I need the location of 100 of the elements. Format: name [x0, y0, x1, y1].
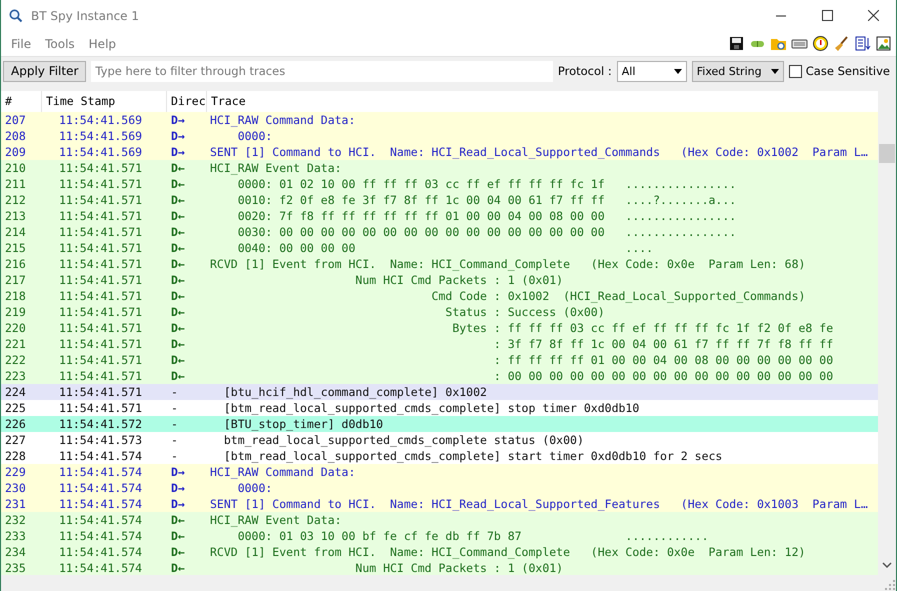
trace-row[interactable]: 235 11:54:41.574 D← Num HCI Cmd Packets : 1 (0x01)	[1, 560, 878, 576]
row-number: 222	[4, 352, 27, 368]
trace-text: 0000: 01 02 10 00 ff ff ff 03 cc ff ef ff ff ff fc 1f ................	[236, 176, 738, 192]
search-icon	[9, 8, 23, 22]
row-number: 219	[4, 304, 27, 320]
trace-row[interactable]: 232 11:54:41.574 D← HCI_RAW Event Data:	[1, 512, 878, 528]
trace-text: RCVD [1] Event from HCI. Name: HCI_Command_Complete (Hex Code: 0x0e Param Len: 68)	[209, 256, 806, 272]
direction: -	[170, 384, 179, 400]
direction: -	[170, 400, 179, 416]
direction: D→	[170, 112, 186, 128]
trace-row[interactable]: 215 11:54:41.571 D← 0040: 00 00 00 00 ....	[1, 240, 878, 256]
broom-icon[interactable]	[833, 35, 850, 52]
trace-row[interactable]: 211 11:54:41.571 D← 0000: 01 02 10 00 ff ff ff 03 cc ff ef ff ff ff fc 1f ................	[1, 176, 878, 192]
trace-row[interactable]: 234 11:54:41.574 D← RCVD [1] Event from HCI. Name: HCI_Command_Complete (Hex Code: 0x0e Param Len: 12)	[1, 544, 878, 560]
trace-row[interactable]: 220 11:54:41.571 D← Bytes : ff ff ff 03 cc ff ef ff ff ff fc 1f f2 0f e8 fe	[1, 320, 878, 336]
trace-text: [btm_read_local_supported_cmds_complete] stop timer 0xd0db10	[222, 400, 640, 416]
alert-clock-icon[interactable]	[812, 35, 829, 52]
trace-row[interactable]: 226 11:54:41.572 - [BTU_stop_timer] d0db10	[1, 416, 878, 432]
protocol-dropdown[interactable]: All	[616, 60, 687, 82]
case-sensitive-checkbox[interactable]	[788, 64, 802, 78]
menu-item[interactable]: Help	[88, 36, 116, 50]
direction: D→	[170, 480, 186, 496]
save-icon[interactable]	[728, 35, 745, 52]
protocol-label: Protocol :	[558, 64, 612, 78]
trace-row[interactable]: 224 11:54:41.571 - [btu_hcif_hdl_command_complete] 0x1002	[1, 384, 878, 400]
direction: D←	[170, 304, 186, 320]
trace-row[interactable]: 216 11:54:41.571 D← RCVD [1] Event from HCI. Name: HCI_Command_Complete (Hex Code: 0x0e Param Len: 68)	[1, 256, 878, 272]
row-number: 224	[4, 384, 27, 400]
direction: D←	[170, 288, 186, 304]
direction: -	[170, 448, 179, 464]
trace-row[interactable]: 208 11:54:41.569 D→ 0000:	[1, 128, 878, 144]
trace-row[interactable]: 229 11:54:41.574 D→ HCI_RAW Command Data:	[1, 464, 878, 480]
trace-text: HCI_RAW Command Data:	[209, 464, 356, 480]
row-number: 230	[4, 480, 27, 496]
trace-row[interactable]: 209 11:54:41.569 D→ SENT [1] Command to HCI. Name: HCI_Read_Local_Supported_Commands (Hex Code: 0x1002 Param L…	[1, 144, 878, 160]
list-down-icon[interactable]	[854, 35, 871, 52]
timestamp: 11:54:41.572	[58, 416, 144, 432]
maximize-icon[interactable]	[822, 10, 832, 21]
trace-text: 0000: 01 03 10 00 bf fe cf fe db ff 7b 87 ............	[236, 528, 710, 544]
timestamp: 11:54:41.571	[58, 176, 144, 192]
caret-icon	[674, 68, 682, 74]
trace-text: SENT [1] Command to HCI. Name: HCI_Read_Local_Supported_Features (Hex Code: 0x1003 Param L…	[209, 496, 869, 512]
timestamp: 11:54:41.571	[58, 352, 144, 368]
trace-row[interactable]: 214 11:54:41.571 D← 0030: 00 00 00 00 00 00 00 00 00 00 00 00 00 00 00 00 ................	[1, 224, 878, 240]
trace-text: Bytes : ff ff ff 03 cc ff ef ff ff ff fc 1f f2 0f e8 fe	[451, 320, 834, 336]
column-header[interactable]: #	[1, 91, 41, 112]
trace-row[interactable]: 210 11:54:41.571 D← HCI_RAW Event Data:	[1, 160, 878, 176]
trace-row[interactable]: 212 11:54:41.571 D← 0010: f2 0f e8 fe 3f f7 8f ff 1c 00 04 00 61 f7 ff ff ....?.......a...	[1, 192, 878, 208]
trace-text: Cmd Code : 0x1002 (HCI_Read_Local_Supported_Commands)	[430, 288, 806, 304]
row-number: 216	[4, 256, 27, 272]
trace-text: HCI_RAW Event Data:	[209, 512, 343, 528]
timestamp: 11:54:41.569	[58, 112, 144, 128]
resize-grip-icon[interactable]	[884, 579, 896, 591]
trace-row[interactable]: 230 11:54:41.574 D→ 0000:	[1, 480, 878, 496]
timestamp: 11:54:41.574	[58, 464, 144, 480]
timestamp: 11:54:41.574	[58, 544, 144, 560]
trace-row[interactable]: 222 11:54:41.571 D← : ff ff ff ff 01 00 00 04 00 08 00 00 00 00 00 00	[1, 352, 878, 368]
direction: D←	[170, 176, 186, 192]
menu-item[interactable]: Tools	[45, 36, 75, 50]
row-number: 220	[4, 320, 27, 336]
trace-text: btm_read_local_supported_cmds_complete status (0x00)	[222, 432, 585, 448]
row-number: 223	[4, 368, 27, 384]
trace-row[interactable]: 218 11:54:41.571 D← Cmd Code : 0x1002 (HCI_Read_Local_Supported_Commands)	[1, 288, 878, 304]
trace-row[interactable]: 217 11:54:41.571 D← Num HCI Cmd Packets : 1 (0x01)	[1, 272, 878, 288]
scroll-thumb[interactable]	[879, 144, 895, 163]
row-number: 225	[4, 400, 27, 416]
timestamp: 11:54:41.571	[58, 400, 144, 416]
trace-row[interactable]: 223 11:54:41.571 D← : 00 00 00 00 00 00 00 00 00 00 00 00 00 00 00 00	[1, 368, 878, 384]
direction: D←	[170, 208, 186, 224]
trace-row[interactable]: 219 11:54:41.571 D← Status : Success (0x00)	[1, 304, 878, 320]
direction: D←	[170, 224, 186, 240]
timestamp: 11:54:41.574	[58, 480, 144, 496]
timestamp: 11:54:41.571	[58, 208, 144, 224]
row-number: 210	[4, 160, 27, 176]
trace-row[interactable]: 233 11:54:41.574 D← 0000: 01 03 10 00 bf fe cf fe db ff 7b 87 ............	[1, 528, 878, 544]
trace-row[interactable]: 207 11:54:41.569 D→ HCI_RAW Command Data:	[1, 112, 878, 128]
trace-row[interactable]: 213 11:54:41.571 D← 0020: 7f f8 ff ff ff ff ff ff 01 00 00 04 00 08 00 00 ................	[1, 208, 878, 224]
trace-text: 0030: 00 00 00 00 00 00 00 00 00 00 00 00 00 00 00 00 ................	[236, 224, 738, 240]
trace-row[interactable]: 221 11:54:41.571 D← : 3f f7 8f ff 1c 00 04 00 61 f7 ff ff 7f f8 ff ff	[1, 336, 878, 352]
trace-text: 0000:	[236, 128, 274, 144]
match-mode-dropdown[interactable]: Fixed String	[692, 60, 784, 82]
timestamp: 11:54:41.574	[58, 496, 144, 512]
trace-text: Num HCI Cmd Packets : 1 (0x01)	[354, 560, 564, 576]
row-number: 232	[4, 512, 27, 528]
checkbox-label: Case Sensitive	[806, 64, 890, 78]
timestamp: 11:54:41.574	[58, 448, 144, 464]
direction: -	[170, 432, 179, 448]
menu-item[interactable]: File	[11, 36, 32, 50]
picture-frame-icon[interactable]	[875, 35, 892, 52]
timestamp: 11:54:41.571	[58, 160, 144, 176]
filter-field[interactable]: Type here to filter through traces	[91, 60, 553, 82]
timestamp: 11:54:41.574	[58, 560, 144, 576]
trace-text: 0040: 00 00 00 00 ....	[236, 240, 654, 256]
timestamp: 11:54:41.574	[58, 512, 144, 528]
trace-text: [btm_read_local_supported_cmds_complete] start timer 0xd0db10 for 2 secs	[222, 448, 724, 464]
close-icon[interactable]	[868, 10, 878, 21]
apply-filter-button[interactable]: Apply Filter	[3, 60, 86, 82]
trace-row[interactable]: 231 11:54:41.574 D→ SENT [1] Command to HCI. Name: HCI_Read_Local_Supported_Features (Hex Code: 0x1003 Param L…	[1, 496, 878, 512]
row-number: 213	[4, 208, 27, 224]
scroll-down-icon[interactable]	[882, 562, 892, 569]
